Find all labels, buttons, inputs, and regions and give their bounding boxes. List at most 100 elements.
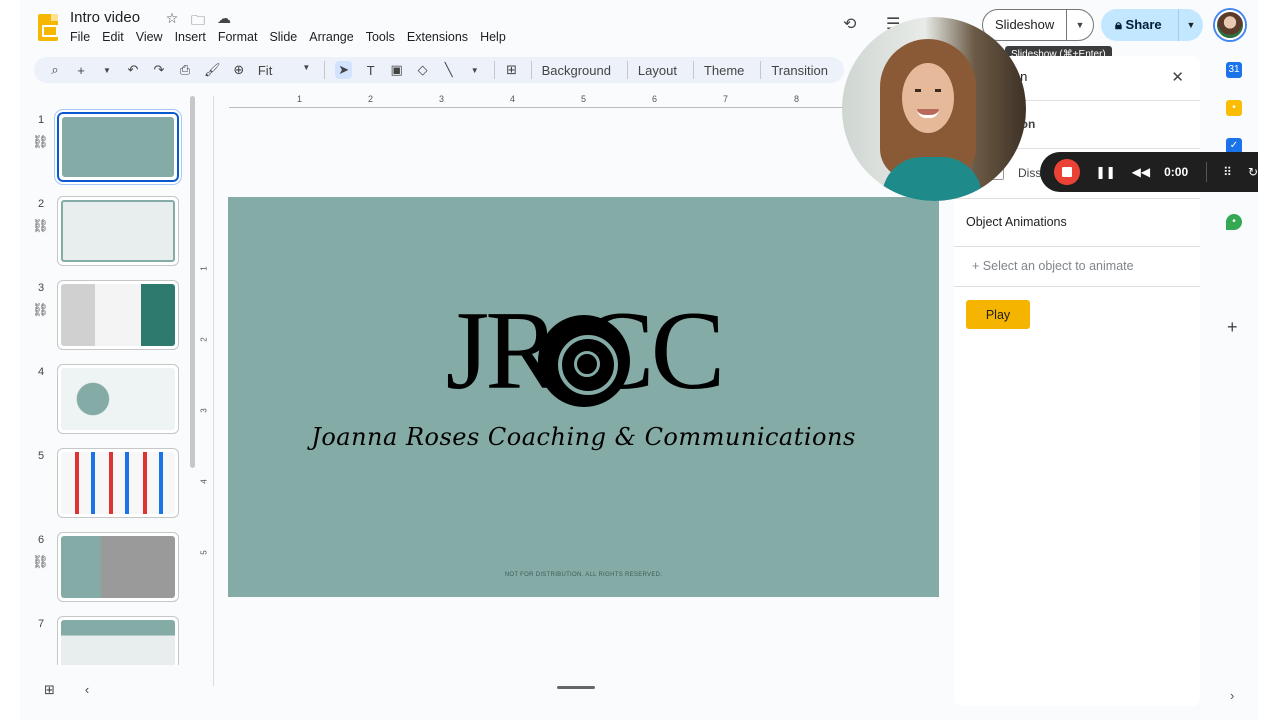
menu-help[interactable]: Help xyxy=(480,30,512,44)
filmstrip-item[interactable]: 2 ⛓ xyxy=(20,188,210,268)
filmstrip-item[interactable]: 5 xyxy=(20,440,210,520)
ruler-tick: 3 xyxy=(199,408,209,413)
theme-button[interactable]: Theme xyxy=(704,63,744,78)
zoom-chevron-icon: ▼ xyxy=(302,62,311,72)
ruler-tick: 2 xyxy=(368,94,374,104)
filmstrip-item[interactable]: 3 ⛓ xyxy=(20,272,210,352)
filmstrip-item[interactable]: 1 ⛓ xyxy=(20,104,210,184)
redo-icon[interactable]: ↷ xyxy=(152,62,166,78)
share-button-group: 🔒︎ Share ▼ xyxy=(1101,9,1203,41)
account-avatar[interactable] xyxy=(1215,10,1245,40)
ruler-tick: 6 xyxy=(652,94,658,104)
menu-slide[interactable]: Slide xyxy=(269,30,303,44)
get-addons-icon[interactable]: + xyxy=(1227,317,1238,338)
menu-edit[interactable]: Edit xyxy=(102,30,130,44)
menu-format[interactable]: Format xyxy=(218,30,264,44)
vertical-ruler: 1 2 3 4 5 xyxy=(200,198,214,598)
share-button[interactable]: 🔒︎ Share xyxy=(1101,9,1179,41)
add-comment-icon[interactable]: ⊞ xyxy=(505,62,519,78)
calendar-icon[interactable]: 31 xyxy=(1226,62,1242,78)
zoom-icon[interactable]: ⊕ xyxy=(232,62,246,78)
line-icon[interactable]: ╲ xyxy=(442,62,456,78)
line-chevron-icon[interactable]: ▼ xyxy=(468,66,482,75)
grid-view-icon[interactable]: ⊞ xyxy=(44,682,55,698)
print-icon[interactable]: ⎙ xyxy=(178,62,192,78)
document-title[interactable]: Intro video xyxy=(70,9,140,26)
version-history-icon[interactable]: ⟲ xyxy=(843,14,856,34)
filmstrip-item[interactable]: 7 xyxy=(20,608,210,665)
ruler-tick: 2 xyxy=(199,337,209,342)
menu-extensions[interactable]: Extensions xyxy=(407,30,474,44)
linked-object-icon: ⛓ xyxy=(32,554,49,569)
slide-thumbnail-2[interactable] xyxy=(57,196,179,266)
background-button[interactable]: Background xyxy=(542,63,611,78)
menu-tools[interactable]: Tools xyxy=(366,30,401,44)
select-tool-icon[interactable]: ➤ xyxy=(335,61,352,79)
slide-canvas[interactable]: JR CC Joanna Roses Coaching & Communicat… xyxy=(228,197,939,597)
zoom-select[interactable]: Fit ▼ xyxy=(258,63,310,78)
panel-divider xyxy=(954,198,1200,199)
add-animation-button[interactable]: + Select an object to animate xyxy=(972,259,1134,273)
transition-button[interactable]: Transition xyxy=(771,63,828,78)
recorder-divider xyxy=(1206,162,1208,182)
slide-number: 2 xyxy=(38,198,45,210)
text-box-icon[interactable]: T xyxy=(364,63,378,78)
play-button[interactable]: Play xyxy=(966,300,1030,329)
menu-insert[interactable]: Insert xyxy=(175,30,212,44)
share-options-chevron-icon[interactable]: ▼ xyxy=(1179,20,1203,30)
slide-thumbnail-7[interactable] xyxy=(57,616,179,665)
insert-image-icon[interactable]: ▣ xyxy=(390,62,404,78)
menu-view[interactable]: View xyxy=(136,30,169,44)
new-slide-chevron-icon[interactable]: ▼ xyxy=(100,66,114,75)
slide-thumbnail-1[interactable] xyxy=(55,110,181,184)
share-label: Share xyxy=(1125,17,1162,32)
slideshow-options-chevron-icon[interactable]: ▼ xyxy=(1067,20,1093,30)
webcam-overlay[interactable] xyxy=(842,17,1026,201)
slide-thumbnail-6[interactable] xyxy=(57,532,179,602)
ruler-tick: 8 xyxy=(794,94,800,104)
filmstrip-footer: ⊞ ‹ xyxy=(44,682,89,698)
ruler-tick: 5 xyxy=(199,550,209,555)
speaker-notes-resize-handle[interactable] xyxy=(557,686,595,689)
toolbar-divider xyxy=(692,61,694,79)
drag-handle-icon[interactable]: ⠿ xyxy=(1223,165,1232,179)
keep-icon[interactable]: • xyxy=(1226,100,1242,116)
presenter-eyes xyxy=(915,89,941,92)
rewind-icon[interactable]: ◀◀ xyxy=(1132,165,1150,179)
undo-icon[interactable]: ↶ xyxy=(126,62,140,78)
paint-format-icon[interactable]: 🖌︎ xyxy=(204,62,221,78)
ruler-tick: 3 xyxy=(439,94,445,104)
maps-icon[interactable]: • xyxy=(1226,214,1242,230)
filmstrip-scrollbar[interactable] xyxy=(190,96,195,468)
stop-recording-button[interactable] xyxy=(1054,159,1080,185)
rose-logo-icon[interactable] xyxy=(538,315,630,407)
slideshow-button[interactable]: Slideshow xyxy=(983,10,1067,40)
thumbnail-preview xyxy=(61,536,175,598)
new-slide-icon[interactable]: + xyxy=(74,63,88,78)
filmstrip-item[interactable]: 4 xyxy=(20,356,210,436)
slide-number: 6 xyxy=(38,534,45,546)
filmstrip-item[interactable]: 6 ⛓ xyxy=(20,524,210,604)
slide-thumbnail-5[interactable] xyxy=(57,448,179,518)
slide-thumbnail-4[interactable] xyxy=(57,364,179,434)
menu-bar: File Edit View Insert Format Slide Arran… xyxy=(70,30,518,44)
menu-arrange[interactable]: Arrange xyxy=(309,30,359,44)
restart-icon[interactable]: ↻ xyxy=(1248,165,1258,179)
ruler-tick: 7 xyxy=(723,94,729,104)
presenter-face xyxy=(902,63,954,133)
slide-footnote[interactable]: NOT FOR DISTRIBUTION. ALL RIGHTS RESERVE… xyxy=(228,572,939,578)
slide-tagline[interactable]: Joanna Roses Coaching & Communications xyxy=(228,423,939,451)
slides-logo-icon[interactable] xyxy=(38,14,58,41)
search-menus-icon[interactable]: ⌕ xyxy=(48,62,62,78)
layout-button[interactable]: Layout xyxy=(638,63,677,78)
ruler-tick: 4 xyxy=(199,479,209,484)
close-panel-icon[interactable]: ✕ xyxy=(1171,68,1184,86)
menu-file[interactable]: File xyxy=(70,30,96,44)
slide-thumbnail-3[interactable] xyxy=(57,280,179,350)
shape-icon[interactable]: ◇ xyxy=(416,62,430,78)
pause-icon[interactable]: ❚❚ xyxy=(1096,165,1116,179)
thumbnail-preview xyxy=(61,284,175,346)
hide-side-panel-icon[interactable]: › xyxy=(1230,688,1234,703)
slide-number: 1 xyxy=(38,114,45,126)
collapse-filmstrip-icon[interactable]: ‹ xyxy=(85,682,89,698)
